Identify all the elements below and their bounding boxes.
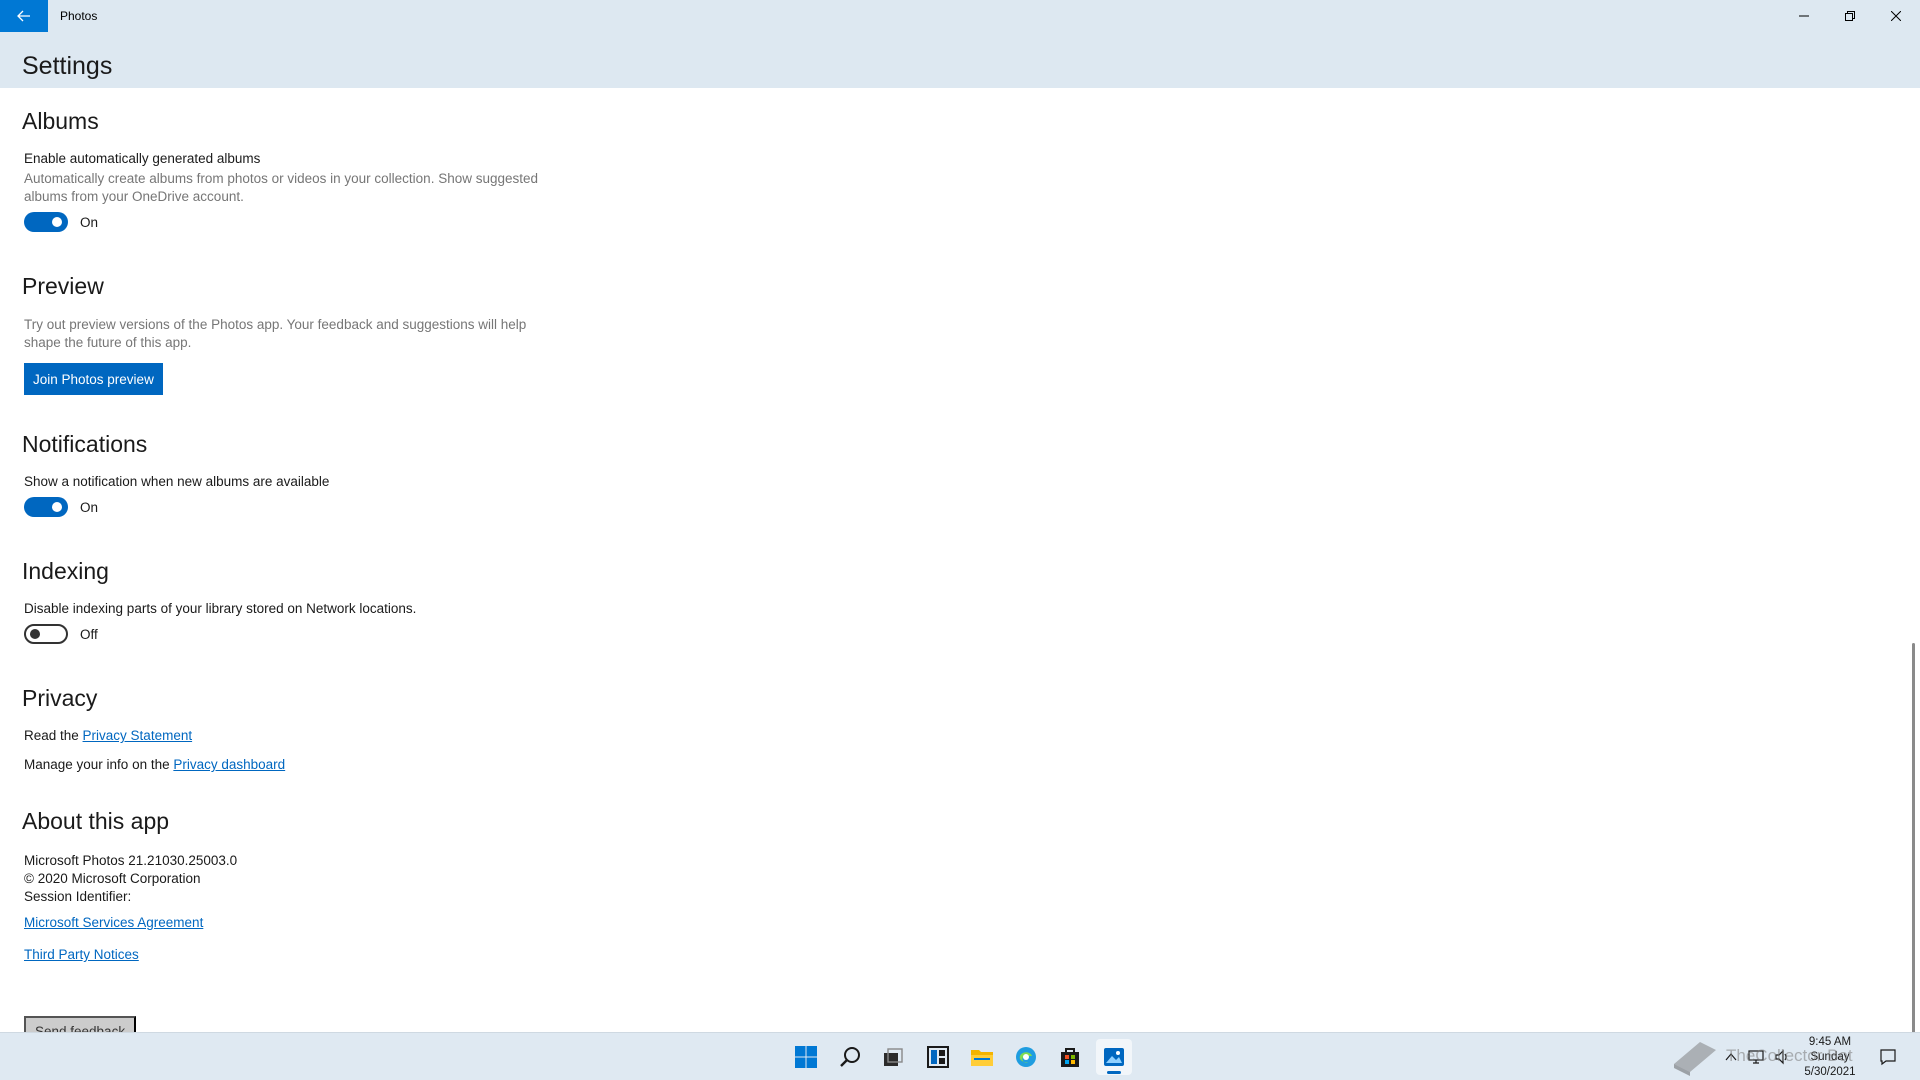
services-agreement-link[interactable]: Microsoft Services Agreement [24,915,203,930]
indexing-toggle-state: Off [80,627,98,642]
restore-icon [1845,11,1855,21]
restore-button[interactable] [1827,0,1873,32]
book-icon [1674,1042,1716,1076]
widgets-icon [927,1046,949,1068]
back-button[interactable] [0,0,48,32]
send-feedback-button[interactable]: Send feedback [24,1016,137,1032]
close-icon [1891,11,1901,21]
settings-content: Albums Enable automatically generated al… [0,88,1905,1032]
third-party-line: Third Party Notices [24,947,139,962]
watermark: TheCollector Bot [1670,1032,1853,1080]
albums-description: Automatically create albums from photos … [24,171,539,204]
notifications-toggle-state: On [80,500,99,515]
active-indicator [1107,1071,1121,1074]
about-heading: About this app [22,808,170,834]
privacy-statement-link[interactable]: Privacy Statement [83,728,193,743]
edge-button[interactable] [1008,1039,1044,1075]
minimize-button[interactable] [1781,0,1827,32]
indexing-heading: Indexing [22,558,109,584]
notifications-heading: Notifications [22,431,148,457]
indexing-toggle[interactable] [24,624,68,644]
app-title: Photos [60,9,98,23]
notifications-toggle[interactable] [24,497,68,517]
privacy-statement-line: Read the Privacy Statement [24,728,192,743]
task-view-icon [884,1048,903,1066]
preview-description: Try out preview versions of the Photos a… [24,317,527,350]
app-version: Microsoft Photos 21.21030.25003.0 [24,853,238,868]
scrollbar[interactable] [1906,88,1920,1080]
widgets-button[interactable] [920,1039,956,1075]
close-button[interactable] [1873,0,1919,32]
page-title: Settings [22,52,113,80]
photos-button[interactable] [1096,1039,1132,1075]
search-icon [840,1047,860,1067]
start-button[interactable] [788,1039,824,1075]
albums-toggle-state: On [80,215,99,230]
privacy-heading: Privacy [22,685,98,711]
services-agreement-line: Microsoft Services Agreement [24,915,203,930]
copyright: © 2020 Microsoft Corporation [24,871,201,886]
albums-heading: Albums [22,108,99,134]
back-arrow-icon [17,10,30,22]
notification-center-button[interactable] [1870,1039,1906,1075]
edge-icon [1016,1047,1036,1067]
preview-heading: Preview [22,273,104,299]
privacy-dashboard-prefix: Manage your info on the [24,757,174,772]
notifications-toggle-label: Show a notification when new albums are … [24,474,330,489]
privacy-dashboard-line: Manage your info on the Privacy dashboar… [24,757,285,772]
taskbar: 9:45 AM Sunday 5/30/2021 [0,1032,1920,1080]
start-icon [795,1046,817,1068]
search-button[interactable] [832,1039,868,1075]
file-explorer-icon [971,1050,993,1066]
store-icon [1061,1048,1079,1067]
third-party-notices-link[interactable]: Third Party Notices [24,947,139,962]
minimize-icon [1799,15,1809,17]
privacy-statement-prefix: Read the [24,728,83,743]
scroll-thumb[interactable] [1912,643,1915,1080]
photos-icon [1104,1048,1124,1066]
watermark-text: TheCollector Bot [1726,1046,1853,1065]
indexing-toggle-label: Disable indexing parts of your library s… [24,601,417,616]
privacy-dashboard-link[interactable]: Privacy dashboard [173,757,285,772]
title-bar: Photos Settings [0,0,1920,88]
albums-toggle-label: Enable automatically generated albums [24,151,261,166]
file-explorer-button[interactable] [964,1039,1000,1075]
notification-icon [1880,1049,1896,1066]
session-identifier: Session Identifier: [24,889,132,904]
task-view-button[interactable] [875,1039,911,1075]
albums-toggle[interactable] [24,212,68,232]
store-button[interactable] [1052,1039,1088,1075]
join-preview-button[interactable]: Join Photos preview [24,363,163,395]
